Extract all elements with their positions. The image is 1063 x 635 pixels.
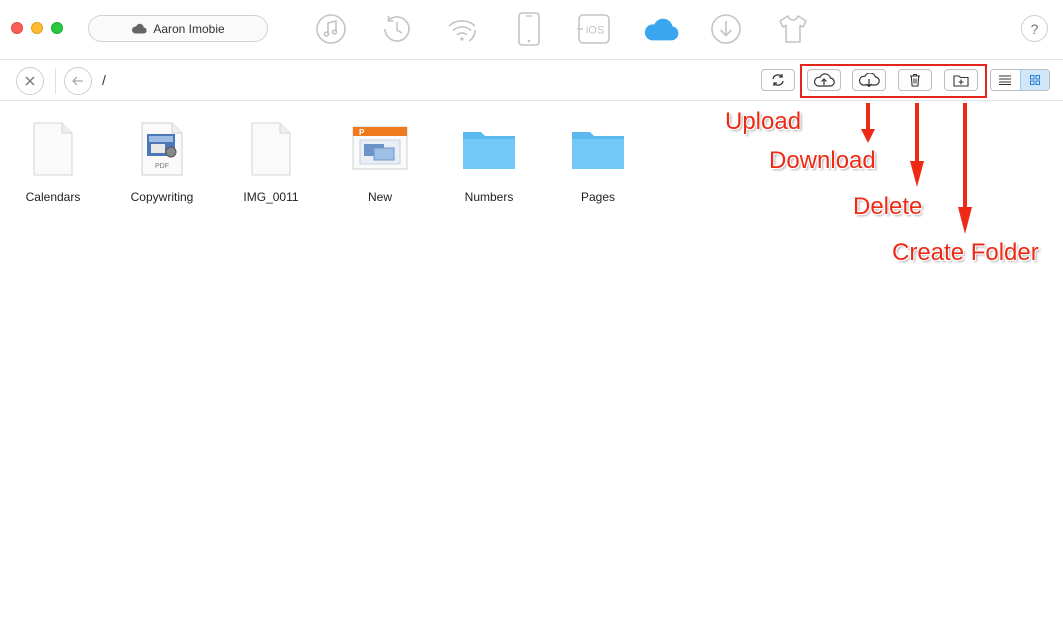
zoom-window-button[interactable] [51,22,63,34]
download-circle-icon[interactable] [708,11,744,47]
wifi-icon[interactable] [444,11,480,47]
back-button[interactable] [64,67,92,95]
document-icon [3,118,103,180]
shirt-icon[interactable] [775,11,811,47]
file-item[interactable]: IMG_0011 [221,118,321,204]
back-arrow-icon [72,76,83,86]
phone-icon[interactable] [511,11,547,47]
document-icon [221,118,321,180]
pdf-icon: PDF [112,118,212,180]
device-name: Aaron Imobie [153,21,225,36]
toolbar-divider [55,68,56,94]
view-mode-toggle [990,69,1050,91]
download-arrow [861,103,875,143]
file-item[interactable]: P New [330,118,430,204]
music-icon[interactable] [313,11,349,47]
delete-arrow [910,103,924,187]
upload-annotation: Upload [725,108,802,135]
current-path: / [102,72,106,88]
svg-text:P: P [359,128,365,137]
grid-view-button[interactable] [1019,70,1049,90]
file-name: IMG_0011 [243,190,299,204]
list-view-icon [999,75,1012,85]
file-name: Copywriting [130,190,194,204]
folder-icon [439,118,539,180]
close-window-button[interactable] [11,22,23,34]
file-name: Pages [580,190,616,204]
svg-text:iOS: iOS [586,25,604,37]
file-item[interactable]: Pages [548,118,648,204]
minimize-window-button[interactable] [31,22,43,34]
file-name: Numbers [464,190,514,204]
file-name: Calendars [25,190,81,204]
grid-view-icon [1029,75,1040,85]
file-item[interactable]: Calendars [3,118,103,204]
history-icon[interactable] [378,11,414,47]
refresh-icon [772,74,784,86]
device-selector[interactable]: Aaron Imobie [88,15,268,42]
file-item[interactable]: Numbers [439,118,539,204]
download-annotation: Download [769,147,876,174]
keynote-file-icon: P [330,118,430,180]
create-folder-arrow [958,103,972,234]
file-name: New [367,190,392,204]
delete-annotation: Delete [853,193,923,220]
refresh-button[interactable] [761,69,795,91]
create-folder-annotation: Create Folder [892,239,1039,266]
close-icon [25,76,35,86]
ios-icon[interactable]: iOS [576,11,612,47]
help-button[interactable]: ? [1021,15,1048,42]
highlight-box [800,64,987,98]
cloud-icon [132,23,147,34]
icloud-icon[interactable] [643,11,679,47]
file-item[interactable]: PDF Copywriting [112,118,212,204]
title-bar: Aaron Imobie iOS ? [0,0,1063,60]
close-button[interactable] [16,67,44,95]
list-view-button[interactable] [991,70,1020,90]
svg-text:PDF: PDF [155,163,169,170]
folder-icon [548,118,648,180]
